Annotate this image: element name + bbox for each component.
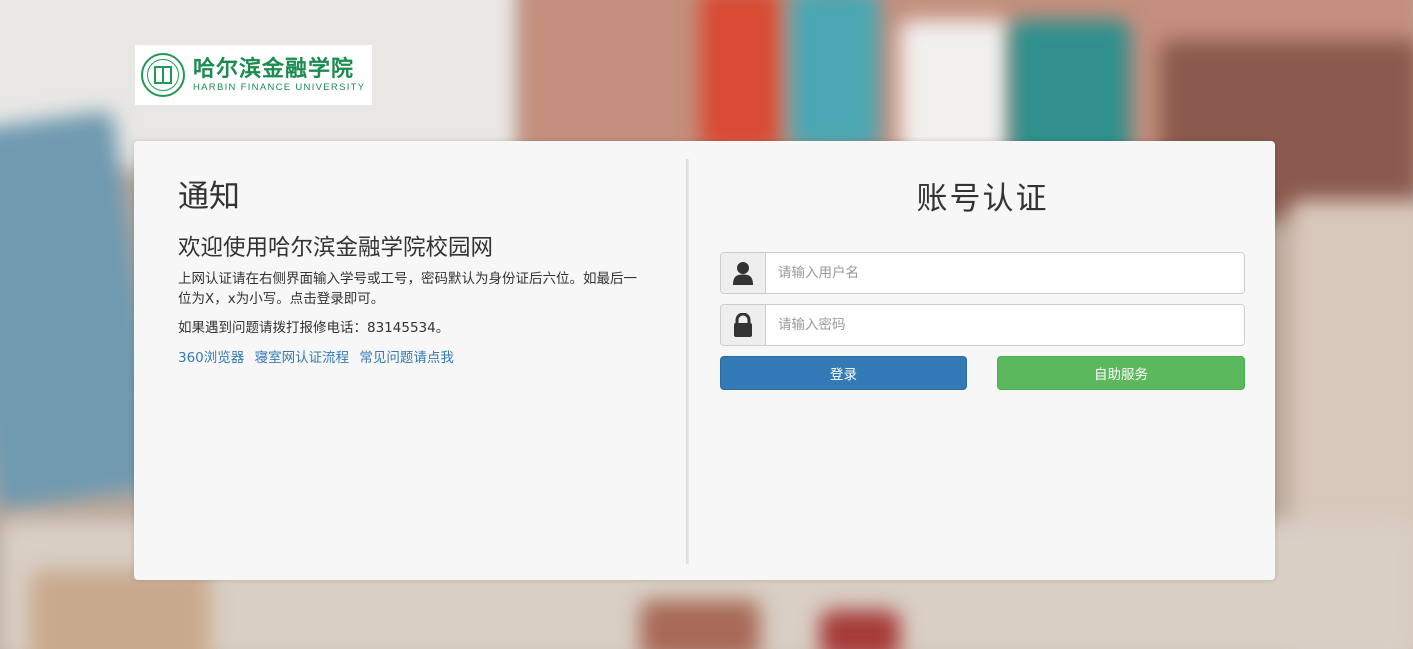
- link-dorm-auth-process[interactable]: 寝室网认证流程: [255, 350, 350, 366]
- lock-icon: [721, 305, 766, 345]
- user-icon: [721, 253, 766, 293]
- username-input[interactable]: [766, 253, 1244, 293]
- help-links: 360浏览器 寝室网认证流程 常见问题请点我: [178, 348, 638, 368]
- notice-subtitle: 欢迎使用哈尔滨金融学院校园网: [178, 235, 494, 261]
- link-360-browser[interactable]: 360浏览器: [178, 350, 244, 366]
- notice-section: 通知 欢迎使用哈尔滨金融学院校园网 上网认证请在右侧界面输入学号或工号，密码默认…: [178, 175, 638, 368]
- university-logo: 哈尔滨金融学院 HARBIN FINANCE UNIVERSITY: [135, 45, 372, 105]
- link-faq[interactable]: 常见问题请点我: [359, 350, 454, 366]
- login-button[interactable]: 登录: [720, 356, 967, 390]
- panel-divider: [686, 159, 689, 564]
- password-input[interactable]: [766, 305, 1244, 345]
- university-seal-icon: [141, 53, 185, 97]
- auth-section: 账号认证 登录 自助服务: [720, 177, 1245, 390]
- username-field: [720, 252, 1245, 294]
- notice-text: 上网认证请在右侧界面输入学号或工号，密码默认为身份证后六位。如最后一位为X，x为…: [178, 271, 637, 307]
- self-service-button[interactable]: 自助服务: [997, 356, 1245, 390]
- logo-name-en: HARBIN FINANCE UNIVERSITY: [193, 82, 366, 93]
- login-panel: 通知 欢迎使用哈尔滨金融学院校园网 上网认证请在右侧界面输入学号或工号，密码默认…: [134, 141, 1275, 580]
- auth-buttons: 登录 自助服务: [720, 356, 1245, 390]
- notice-phone: 如果遇到问题请拨打报修电话：83145534。: [178, 320, 450, 336]
- notice-title: 通知: [178, 179, 240, 215]
- password-field: [720, 304, 1245, 346]
- auth-title: 账号认证: [916, 181, 1049, 217]
- logo-name-cn: 哈尔滨金融学院: [193, 56, 355, 82]
